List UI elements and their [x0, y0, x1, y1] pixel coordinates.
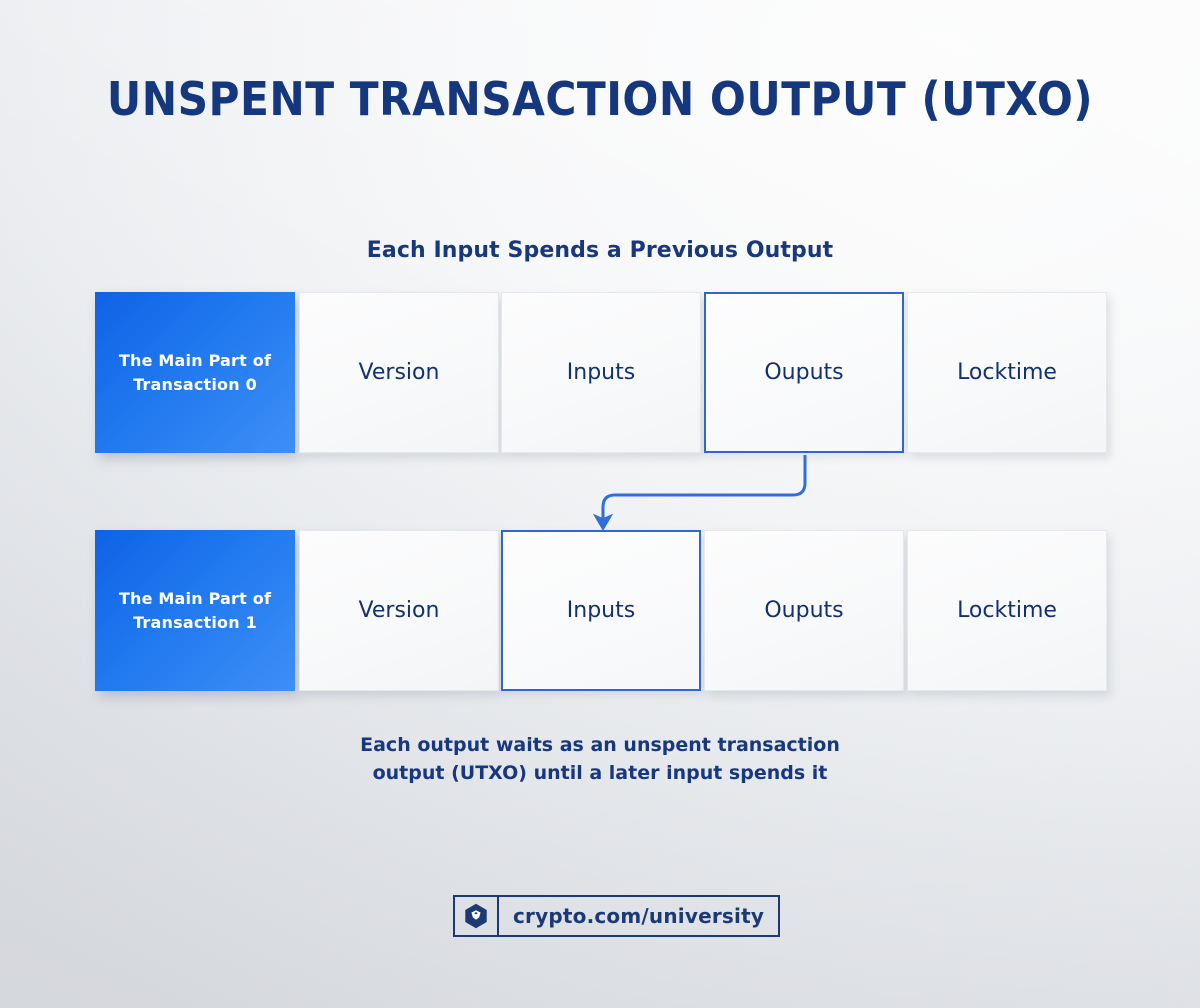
transaction-1-field-inputs-highlighted[interactable]: Inputs	[501, 530, 701, 691]
diagram-caption: Each output waits as an unspent transact…	[0, 731, 1200, 787]
diagram-subtitle: Each Input Spends a Previous Output	[366, 238, 834, 263]
transaction-row-1: The Main Part of Transaction 1 Version I…	[95, 530, 1107, 695]
transaction-1-label-card: The Main Part of Transaction 1	[95, 530, 295, 691]
crypto-com-logo-icon	[465, 903, 487, 929]
transaction-1-field-outputs[interactable]: Ouputs	[704, 530, 904, 691]
transaction-0-field-version[interactable]: Version	[299, 292, 499, 453]
crypto-com-logo-cell	[455, 897, 499, 935]
transaction-0-field-inputs[interactable]: Inputs	[501, 292, 701, 453]
footer-badge[interactable]: crypto.com/university	[453, 895, 781, 937]
transaction-1-label-line-2: Transaction 1	[133, 612, 257, 632]
footer-url-text[interactable]: crypto.com/university	[499, 897, 778, 935]
transaction-row-0: The Main Part of Transaction 0 Version I…	[95, 292, 1107, 457]
transaction-1-label-line-1: The Main Part of	[118, 589, 272, 609]
transaction-1-field-locktime[interactable]: Locktime	[907, 530, 1107, 691]
page-title: UNSPENT TRANSACTION OUTPUT (UTXO)	[106, 72, 1094, 126]
utxo-connector-arrow	[592, 455, 807, 531]
caption-line-1: Each output waits as an unspent transact…	[360, 734, 840, 756]
transaction-0-label-line-1: The Main Part of	[118, 351, 272, 371]
connector-path	[592, 455, 807, 531]
caption-line-2: output (UTXO) until a later input spends…	[372, 762, 828, 785]
transaction-0-label-card: The Main Part of Transaction 0	[95, 292, 295, 453]
transaction-0-field-locktime[interactable]: Locktime	[907, 292, 1107, 453]
transaction-1-field-version[interactable]: Version	[299, 530, 499, 691]
infographic-canvas: UNSPENT TRANSACTION OUTPUT (UTXO) Each I…	[0, 0, 1200, 1008]
transaction-0-label-line-2: Transaction 0	[133, 374, 257, 394]
transaction-0-field-outputs-highlighted[interactable]: Ouputs	[704, 292, 904, 453]
